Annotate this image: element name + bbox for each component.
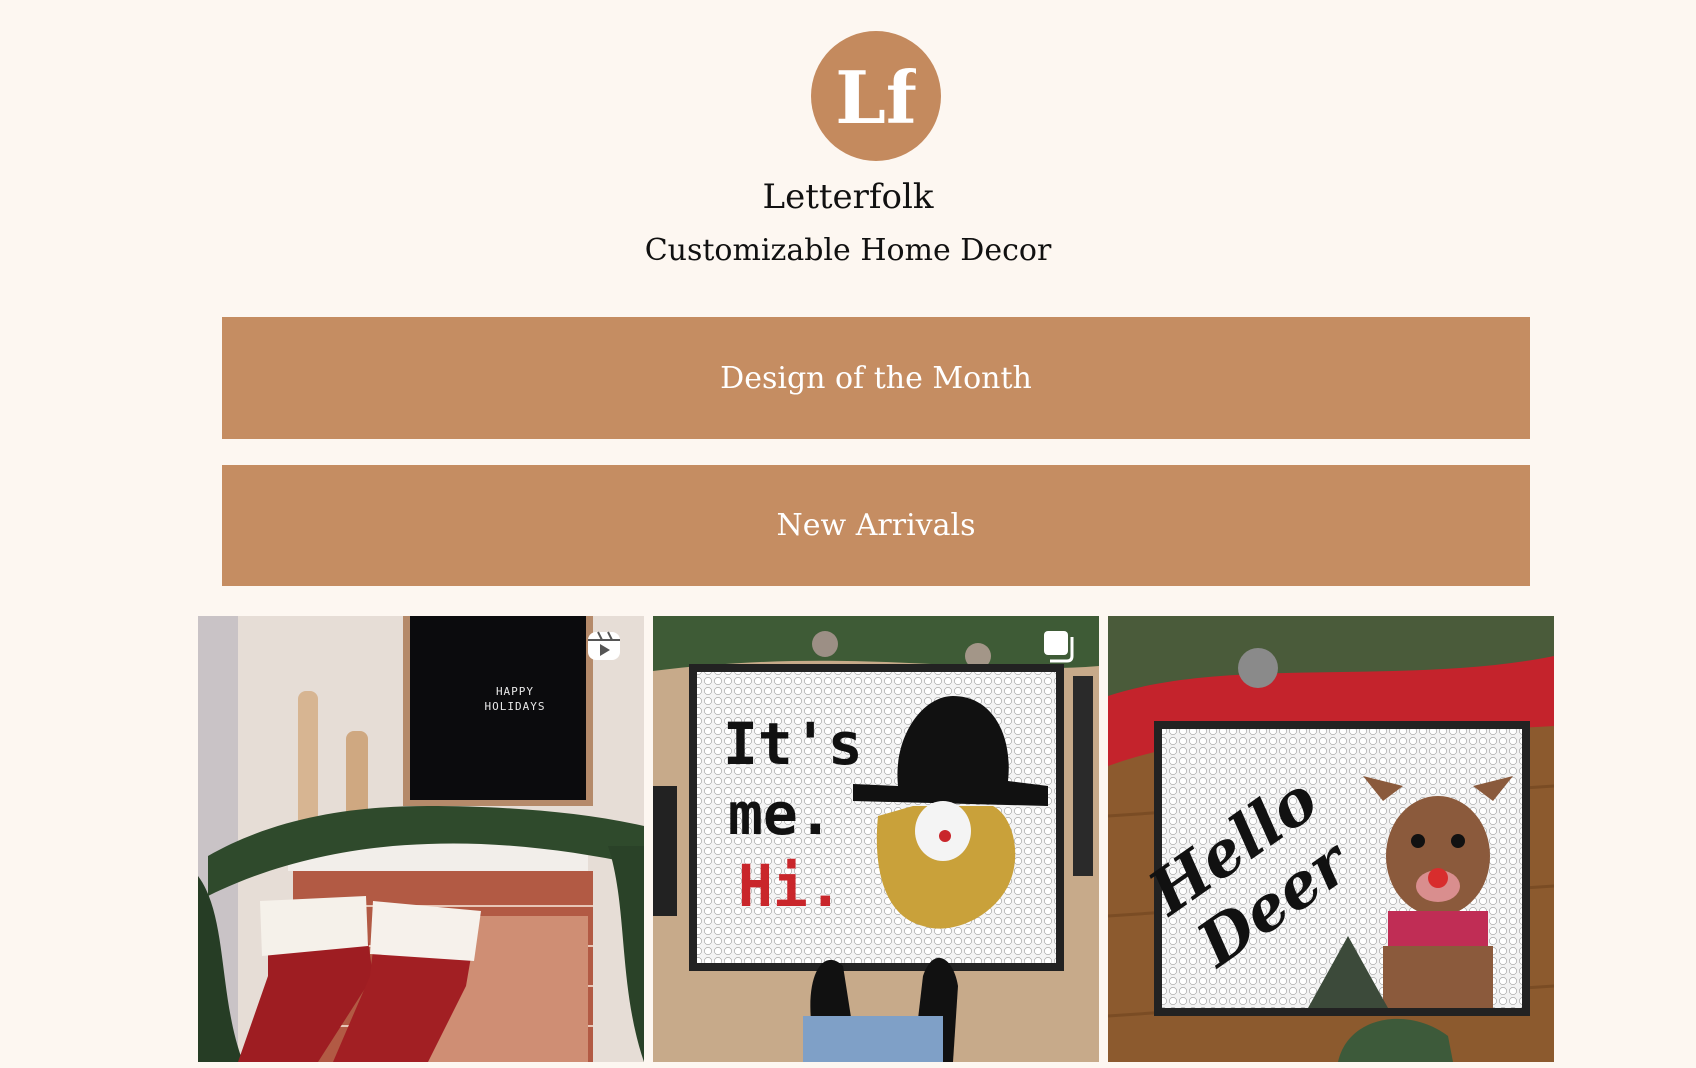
svg-text:me.: me. [728, 780, 833, 848]
design-of-the-month-button[interactable]: Design of the Month [222, 317, 1530, 439]
svg-text:Hi.: Hi. [738, 852, 843, 920]
profile-tagline: Customizable Home Decor [644, 233, 1052, 268]
svg-text:It's: It's [723, 710, 863, 778]
letterboard-sign-text: HAPPY HOLIDAYS [484, 685, 546, 713]
profile-avatar[interactable]: Lf [811, 31, 941, 161]
post-image-hello-deer-mat: Hello Deer [1108, 616, 1554, 1062]
gallery-post-1[interactable]: HAPPY HOLIDAYS [198, 616, 644, 1062]
gallery-post-3[interactable]: Hello Deer [1108, 616, 1554, 1062]
profile-name: Letterfolk [762, 177, 934, 217]
letterfolk-logo-icon: Lf [836, 55, 916, 140]
svg-text:Lf: Lf [836, 55, 916, 140]
gallery-post-2[interactable]: It's me. Hi. [653, 616, 1099, 1062]
post-image-holiday-mantel [198, 616, 644, 1062]
reel-icon [588, 631, 620, 660]
new-arrivals-button[interactable]: New Arrivals [222, 465, 1530, 586]
post-image-its-me-hi-mat: It's me. Hi. [653, 616, 1099, 1062]
carousel-icon [1044, 631, 1074, 663]
